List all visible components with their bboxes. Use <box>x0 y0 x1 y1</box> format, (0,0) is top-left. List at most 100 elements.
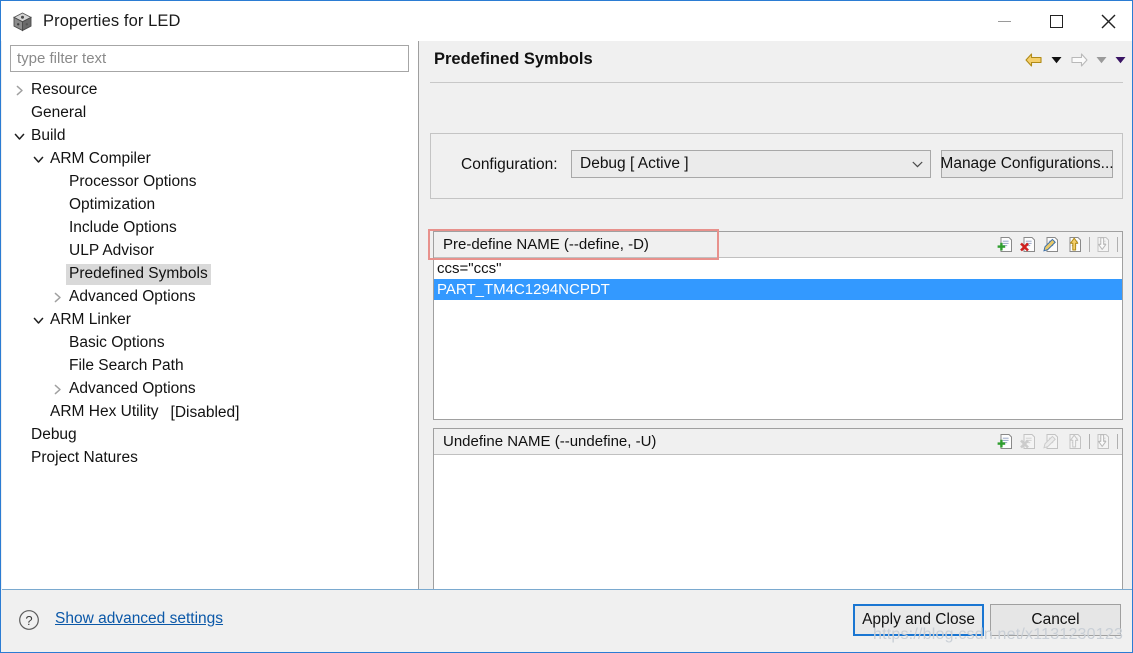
predefine-group-header: Pre-define NAME (--define, -D) <box>434 232 1122 258</box>
sidebar-item-resource[interactable]: Resource <box>2 79 419 102</box>
maximize-button[interactable] <box>1030 1 1082 41</box>
sidebar-item-label: Include Options <box>69 219 177 236</box>
chevron-down-icon <box>33 156 43 163</box>
tree-twisty[interactable] <box>48 384 66 395</box>
settings-tree-panel: Resource General Build ARM Compiler Processo… <box>2 41 419 589</box>
toolbar-separator <box>1117 433 1118 449</box>
delete-icon[interactable] <box>1018 233 1039 255</box>
sidebar-item-label: Processor Options <box>69 173 197 190</box>
sidebar-item-label: Advanced Options <box>69 380 196 397</box>
cancel-button[interactable]: Cancel <box>990 604 1121 636</box>
predefine-name-group: Pre-define NAME (--define, -D) ccs="ccs"… <box>433 231 1123 420</box>
chevron-right-icon <box>54 384 61 395</box>
list-item[interactable]: ccs="ccs" <box>434 258 1122 279</box>
sidebar-item-advanced-options[interactable]: Advanced Options <box>2 378 419 401</box>
maximize-icon <box>1049 14 1063 28</box>
sidebar-item-label: Basic Options <box>69 334 165 351</box>
sidebar-item-label: ARM Linker <box>50 311 131 328</box>
sidebar-item-label: Debug <box>31 426 77 443</box>
header-divider <box>430 82 1123 83</box>
sidebar-item-processor-options[interactable]: Processor Options <box>2 171 419 194</box>
sidebar-item-ulp-advisor[interactable]: ULP Advisor <box>2 240 419 263</box>
chevron-down-icon <box>33 317 43 324</box>
cube-icon <box>12 11 33 32</box>
forward-button <box>1066 47 1092 73</box>
back-button[interactable] <box>1021 47 1047 73</box>
predefine-list[interactable]: ccs="ccs" PART_TM4C1294NCPDT <box>434 258 1122 419</box>
window-title: Properties for LED <box>43 11 181 30</box>
toolbar-separator <box>1089 236 1090 252</box>
filter-input[interactable] <box>10 45 409 72</box>
sidebar-item-arm-linker[interactable]: ARM Linker <box>2 309 419 332</box>
undefine-toolbar <box>995 430 1118 452</box>
sidebar-item-arm-compiler[interactable]: ARM Compiler <box>2 148 419 171</box>
sidebar-item-include-options[interactable]: Include Options <box>2 217 419 240</box>
sidebar-item-basic-options[interactable]: Basic Options <box>2 332 419 355</box>
page-header: Predefined Symbols <box>420 41 1132 83</box>
title-bar: Properties for LED <box>1 1 1132 41</box>
tree-twisty[interactable] <box>48 292 66 303</box>
sidebar-item-predefined-symbols[interactable]: Predefined Symbols <box>2 263 419 286</box>
page-nav-icons <box>1021 47 1130 73</box>
tree-twisty[interactable] <box>29 154 47 165</box>
sidebar-item-debug[interactable]: Debug <box>2 424 419 447</box>
sidebar-item-file-search-path[interactable]: File Search Path <box>2 355 419 378</box>
move-up-icon <box>1064 430 1085 452</box>
dialog-body: Resource General Build ARM Compiler Processo… <box>2 41 1132 617</box>
minimize-button[interactable] <box>978 1 1030 41</box>
chevron-down-icon <box>1096 57 1107 64</box>
minimize-icon <box>997 20 1011 22</box>
chevron-right-icon <box>16 85 23 96</box>
sidebar-item-build[interactable]: Build <box>2 125 419 148</box>
toolbar-separator <box>1117 236 1118 252</box>
list-item[interactable]: PART_TM4C1294NCPDT <box>434 279 1122 300</box>
sidebar-item-label: Resource <box>31 81 98 98</box>
show-advanced-settings-link[interactable]: Show advanced settings <box>55 610 223 628</box>
configuration-value: Debug [ Active ] <box>580 155 689 172</box>
manage-configurations-button[interactable]: Manage Configurations... <box>940 150 1114 178</box>
help-icon[interactable]: ? <box>18 609 40 636</box>
page-title: Predefined Symbols <box>434 50 593 68</box>
close-button[interactable] <box>1082 1 1132 41</box>
toolbar-separator <box>1089 433 1090 449</box>
sidebar-item-suffix: [Disabled] <box>170 403 240 421</box>
back-history-button[interactable] <box>1047 47 1066 73</box>
configuration-select[interactable]: Debug [ Active ] <box>571 150 931 178</box>
edit-icon[interactable] <box>1041 233 1062 255</box>
chevron-right-icon <box>54 292 61 303</box>
apply-and-close-button[interactable]: Apply and Close <box>853 604 984 636</box>
predefine-toolbar <box>995 233 1118 255</box>
chevron-down-icon <box>912 155 923 173</box>
sidebar-item-label: ULP Advisor <box>69 242 155 259</box>
configuration-label: Configuration: <box>461 156 558 173</box>
sidebar-item-label: Build <box>31 127 66 144</box>
add-icon[interactable] <box>995 430 1016 452</box>
sidebar-item-project-natures[interactable]: Project Natures <box>2 447 419 470</box>
close-icon <box>1101 14 1115 28</box>
sidebar-item-label: Optimization <box>69 196 156 213</box>
chevron-down-icon <box>1115 57 1126 64</box>
undefine-group-title: Undefine NAME (--undefine, -U) <box>443 433 657 450</box>
view-menu-button[interactable] <box>1111 47 1130 73</box>
predefine-group-title: Pre-define NAME (--define, -D) <box>443 236 649 253</box>
forward-history-button <box>1092 47 1111 73</box>
sidebar-item-arm-hex-utility[interactable]: ARM Hex Utility [Disabled] <box>2 401 419 424</box>
sidebar-item-label: Advanced Options <box>69 288 196 305</box>
undefine-group-header: Undefine NAME (--undefine, -U) <box>434 429 1122 455</box>
chevron-down-icon <box>14 133 24 140</box>
sidebar-item-general[interactable]: General <box>2 102 419 125</box>
move-up-icon[interactable] <box>1064 233 1085 255</box>
sidebar-item-label: Predefined Symbols <box>66 264 211 285</box>
sidebar-item-label: File Search Path <box>69 357 184 374</box>
sidebar-item-advanced-options[interactable]: Advanced Options <box>2 286 419 309</box>
back-arrow-icon <box>1025 53 1042 67</box>
add-icon[interactable] <box>995 233 1016 255</box>
delete-icon <box>1018 430 1039 452</box>
tree-twisty[interactable] <box>29 315 47 326</box>
window-controls <box>978 1 1132 41</box>
tree-twisty[interactable] <box>10 85 28 96</box>
sidebar-item-label: ARM Compiler <box>50 150 151 167</box>
sidebar-item-optimization[interactable]: Optimization <box>2 194 419 217</box>
svg-text:?: ? <box>25 613 32 628</box>
tree-twisty[interactable] <box>10 131 28 142</box>
